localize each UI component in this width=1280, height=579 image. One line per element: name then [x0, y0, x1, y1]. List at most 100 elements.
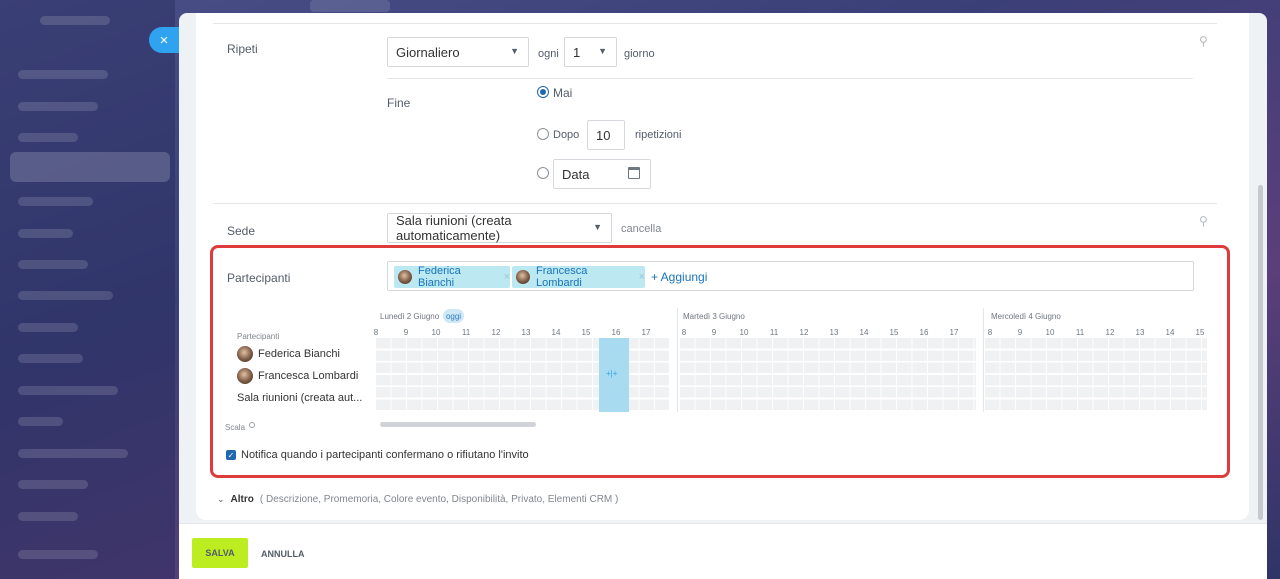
add-participant-link[interactable]: + Aggiungi — [651, 270, 707, 284]
notify-label: Notifica quando i partecipanti conferman… — [241, 449, 529, 461]
day-divider — [983, 308, 984, 412]
planner-hour-label: 8 — [681, 328, 687, 337]
divider — [387, 78, 1193, 79]
planner-hour-label: 8 — [373, 328, 379, 337]
planner-hour-label: 12 — [1105, 328, 1115, 337]
planner-hour-label: 10 — [1045, 328, 1055, 337]
scale-label-text: Scala — [225, 423, 246, 432]
repeat-label: Ripeti — [227, 42, 258, 56]
form-footer: SALVA ANNULLA — [179, 523, 1267, 579]
planner-hour-label: 8 — [987, 328, 993, 337]
participant-tag-name: Federica Bianchi — [418, 265, 461, 289]
planner-hour-label: 13 — [829, 328, 839, 337]
remove-icon[interactable]: × — [639, 271, 645, 283]
repeat-frequency-value: Giornaliero — [396, 44, 460, 60]
end-date-placeholder: Data — [562, 166, 590, 182]
planner-grid-day2[interactable] — [680, 338, 976, 412]
planner-hour-label: 11 — [461, 328, 471, 337]
close-slider-button[interactable]: × — [149, 27, 179, 53]
planner-day-label: Martedì 3 Giugno — [683, 312, 745, 321]
planner-hour-label: 9 — [403, 328, 409, 337]
end-after-radio[interactable] — [537, 128, 549, 140]
avatar — [237, 346, 253, 362]
repeat-interval-value: 1 — [573, 44, 581, 60]
divider — [213, 203, 1217, 204]
participant-tag-name: Francesca Lombardi — [536, 265, 588, 289]
participant-tag[interactable]: Federica Bianchi × — [394, 265, 510, 289]
planner-hour-label: 15 — [1195, 328, 1205, 337]
save-button[interactable]: SALVA — [192, 538, 248, 568]
location-label: Sede — [227, 224, 256, 238]
chevron-down-icon: ▼ — [598, 46, 607, 56]
planner-hour-label: 12 — [799, 328, 809, 337]
today-badge: oggi — [443, 309, 464, 323]
location-select[interactable]: Sala riunioni (creata automaticamente) ▼ — [387, 213, 612, 243]
participants-input[interactable]: Federica Bianchi × Francesca Lombardi × — [387, 261, 1194, 291]
chevron-down-icon: ▼ — [593, 222, 602, 232]
planner-hour-label: 13 — [1135, 328, 1145, 337]
planner-hour-label: 17 — [949, 328, 959, 337]
avatar — [398, 270, 412, 284]
background-sidebar — [0, 0, 175, 579]
planner-hour-label: 9 — [711, 328, 717, 337]
planner-row-name: Federica Bianchi — [258, 348, 340, 360]
more-options-list: ( Descrizione, Promemoria, Colore evento… — [259, 494, 619, 505]
planner-hour-label: 16 — [919, 328, 929, 337]
planner-hour-label: 13 — [521, 328, 531, 337]
more-options-toggle[interactable]: ⌄ Altro ( Descrizione, Promemoria, Color… — [217, 494, 618, 505]
planner-hour-label: 15 — [889, 328, 899, 337]
end-after-label: Dopo — [553, 129, 580, 141]
end-after-count-value: 10 — [596, 127, 611, 143]
repeat-frequency-select[interactable]: Giornaliero ▼ — [387, 37, 529, 67]
divider — [213, 23, 1217, 24]
planner-hour-label: 10 — [431, 328, 441, 337]
planner-row-name: Francesca Lombardi — [258, 370, 359, 382]
planner-hour-label: 12 — [491, 328, 501, 337]
gear-icon[interactable] — [249, 422, 256, 428]
scale-label: Scala — [225, 422, 256, 432]
repeat-interval-select[interactable]: 1 ▼ — [564, 37, 617, 67]
remove-icon[interactable]: × — [504, 271, 510, 283]
planner-participants-header: Partecipanti — [237, 332, 280, 341]
participants-label: Partecipanti — [227, 271, 291, 285]
panel-scrollbar-thumb[interactable] — [1258, 185, 1263, 520]
end-after-unit: ripetizioni — [635, 129, 682, 141]
planner-row-name: Sala riunioni (creata aut... — [237, 392, 363, 404]
day-divider — [677, 308, 678, 412]
notify-checkbox[interactable]: ✓ — [226, 450, 236, 460]
end-after-count-input[interactable]: 10 — [587, 120, 625, 150]
cancel-button[interactable]: ANNULLA — [261, 549, 305, 559]
planner-hour-label: 15 — [581, 328, 591, 337]
participant-tag[interactable]: Francesca Lombardi × — [512, 265, 645, 289]
planner-day-label: Mercoledì 4 Giugno — [991, 312, 1061, 321]
planner-hour-label: 14 — [551, 328, 561, 337]
every-label: ogni — [538, 48, 559, 60]
end-label: Fine — [387, 96, 411, 110]
location-cancel-link[interactable]: cancella — [621, 223, 661, 235]
calendar-icon[interactable] — [628, 167, 640, 179]
planner-grid-day3[interactable] — [985, 338, 1207, 412]
background-tab — [310, 0, 390, 12]
chevron-down-icon: ▼ — [510, 46, 519, 56]
planner-day-label: Lunedì 2 Giugno — [380, 312, 440, 321]
pin-icon[interactable]: ⚲ — [1199, 214, 1208, 228]
end-date-radio[interactable] — [537, 167, 549, 179]
planner-row-participant: Federica Bianchi — [237, 346, 340, 362]
end-never-radio[interactable] — [537, 86, 549, 98]
end-date-input[interactable]: Data — [553, 159, 651, 189]
planner-hour-label: 14 — [859, 328, 869, 337]
planner-row-participant: Francesca Lombardi — [237, 368, 358, 384]
pin-icon[interactable]: ⚲ — [1199, 34, 1208, 48]
planner-row-room: Sala riunioni (creata aut... — [237, 392, 362, 404]
avatar — [237, 368, 253, 384]
resize-handle-icon[interactable]: +|+ — [606, 369, 617, 378]
planner-hour-label: 14 — [1165, 328, 1175, 337]
planner-hour-label: 17 — [641, 328, 651, 337]
planner-hour-label: 11 — [769, 328, 779, 337]
unit-label: giorno — [624, 48, 655, 60]
avatar — [516, 270, 530, 284]
planner-scrollbar[interactable] — [380, 422, 536, 427]
chevron-down-icon: ⌄ — [217, 494, 225, 504]
planner-hour-label: 16 — [611, 328, 621, 337]
planner-hour-label: 9 — [1017, 328, 1023, 337]
